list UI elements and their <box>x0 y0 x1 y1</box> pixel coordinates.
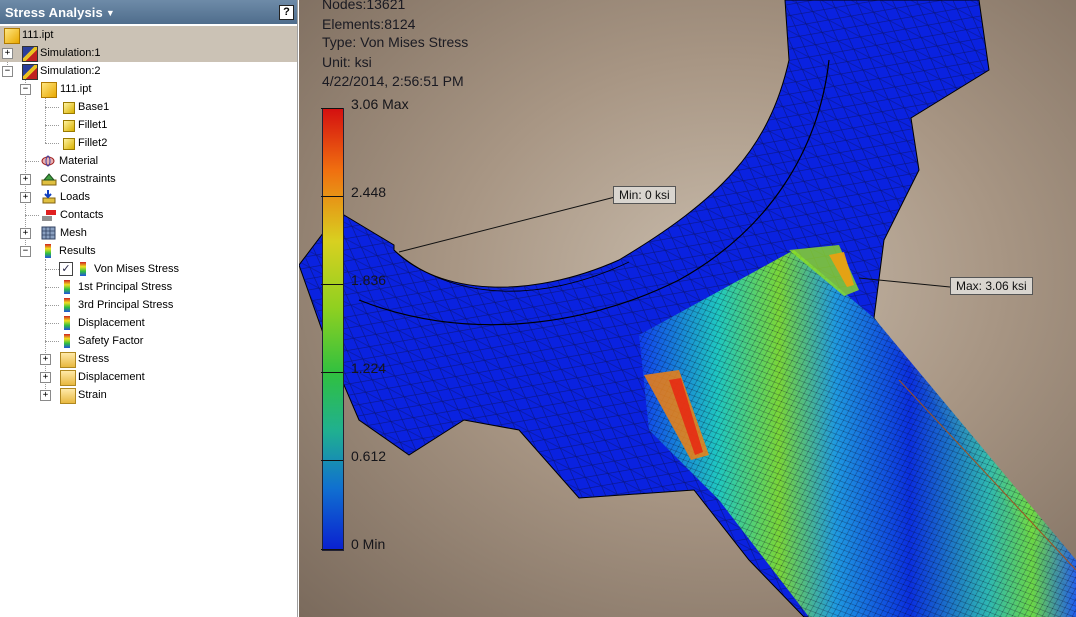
tree-item-label: 1st Principal Stress <box>78 281 173 293</box>
simulation-icon <box>22 46 38 62</box>
color-legend-bar <box>322 108 344 551</box>
tree-item-label: Constraints <box>60 173 116 185</box>
folder-icon <box>60 370 76 386</box>
max-value-callout[interactable]: Max: 3.06 ksi <box>950 277 1033 295</box>
expand-icon[interactable]: + <box>40 372 51 383</box>
expand-icon[interactable]: + <box>2 48 13 59</box>
tree-line <box>45 341 59 342</box>
help-icon[interactable]: ? <box>279 5 294 20</box>
graphics-viewport[interactable]: Nodes:13621 Elements:8124 Type: Von Mise… <box>299 0 1076 617</box>
result-timestamp: 4/22/2014, 2:56:51 PM <box>322 73 464 89</box>
collapse-icon[interactable]: − <box>2 66 13 77</box>
result-bar-icon <box>45 244 51 258</box>
collapse-icon[interactable]: − <box>20 84 31 95</box>
constraints-icon <box>41 172 57 186</box>
tree-item-label: Safety Factor <box>78 335 144 347</box>
checkmark-icon[interactable]: ✓ <box>59 262 73 276</box>
tree-item-label: 3rd Principal Stress <box>78 299 174 311</box>
tree-item-label: Fillet2 <box>78 137 108 149</box>
tree-item-label: Displacement <box>78 371 145 383</box>
loads-icon <box>41 190 56 204</box>
tree-line <box>45 269 59 270</box>
tree-line <box>45 305 59 306</box>
tree-item-label: Material <box>59 155 99 167</box>
tree-line <box>45 97 46 143</box>
collapse-icon[interactable]: − <box>20 246 31 257</box>
folder-icon <box>60 352 76 368</box>
tree-item-label: Base1 <box>78 101 110 113</box>
folder-icon <box>60 388 76 404</box>
material-icon <box>41 154 55 168</box>
tree-line <box>25 79 26 251</box>
result-bar-icon <box>64 280 70 294</box>
tree-line <box>25 161 39 162</box>
panel-title-dropdown[interactable]: Stress Analysis ▼ <box>5 5 115 20</box>
tree-line <box>45 125 59 126</box>
tree-item-label: Strain <box>78 389 107 401</box>
result-bar-icon <box>64 334 70 348</box>
legend-label: 1.224 <box>351 360 387 376</box>
feature-icon <box>63 138 75 150</box>
tree-item-label: Results <box>59 245 96 257</box>
legend-label: 2.448 <box>351 184 387 200</box>
chevron-down-icon: ▼ <box>105 8 115 18</box>
tree-item-label: Loads <box>60 191 90 203</box>
expand-icon[interactable]: + <box>40 390 51 401</box>
legend-tick <box>321 196 343 197</box>
part-icon <box>41 82 57 98</box>
mesh-icon <box>41 226 56 240</box>
tree-item-simulation-1[interactable]: + Simulation:1 <box>0 44 297 62</box>
model-browser-panel: Stress Analysis ▼ ? 111.ipt + Simulation:… <box>0 0 298 617</box>
simulation-icon <box>22 64 38 80</box>
result-bar-icon <box>64 316 70 330</box>
result-unit: Unit: ksi <box>322 54 372 70</box>
tree-item-label: Displacement <box>78 317 145 329</box>
tree-item-label: Mesh <box>60 227 87 239</box>
tree-item-label: 111.ipt <box>22 29 54 41</box>
tree-item-label: Stress <box>78 353 110 365</box>
elements-count: Elements:8124 <box>322 16 416 32</box>
legend-label: 0.612 <box>351 448 387 464</box>
tree-item-part-root[interactable]: 111.ipt <box>0 26 297 44</box>
tree-line <box>45 287 59 288</box>
nodes-count: Nodes:13621 <box>322 0 406 12</box>
tree-item-label: Von Mises Stress <box>94 263 179 275</box>
legend-tick <box>321 460 343 461</box>
tree-line <box>25 215 39 216</box>
tree-line <box>45 143 59 144</box>
legend-label: 1.836 <box>351 272 387 288</box>
feature-icon <box>63 120 75 132</box>
part-icon <box>4 28 20 44</box>
panel-title: Stress Analysis <box>5 5 103 20</box>
tree-item-label: Fillet1 <box>78 119 108 131</box>
legend-min-label: 0 Min <box>351 536 386 552</box>
tree-item-label: Simulation:1 <box>40 47 101 59</box>
feature-icon <box>63 102 75 114</box>
min-value-callout[interactable]: Min: 0 ksi <box>613 186 676 204</box>
browser-header[interactable]: Stress Analysis ▼ ? <box>0 0 297 24</box>
legend-tick <box>321 108 343 109</box>
contacts-icon <box>41 208 56 222</box>
stress-result-model[interactable] <box>299 0 1076 617</box>
tree-line <box>45 323 59 324</box>
tree-item-label: Contacts <box>60 209 104 221</box>
legend-tick <box>321 372 343 373</box>
result-bar-icon <box>80 262 86 276</box>
tree-line <box>45 107 59 108</box>
legend-max-label: 3.06 Max <box>351 96 409 112</box>
result-type: Type: Von Mises Stress <box>322 34 469 50</box>
expand-icon[interactable]: + <box>20 228 31 239</box>
result-bar-icon <box>64 298 70 312</box>
expand-icon[interactable]: + <box>20 174 31 185</box>
legend-tick <box>321 284 343 285</box>
legend-tick <box>321 549 343 550</box>
tree-item-label: 111.ipt <box>60 83 92 95</box>
tree-item-label: Simulation:2 <box>40 65 101 77</box>
expand-icon[interactable]: + <box>20 192 31 203</box>
expand-icon[interactable]: + <box>40 354 51 365</box>
